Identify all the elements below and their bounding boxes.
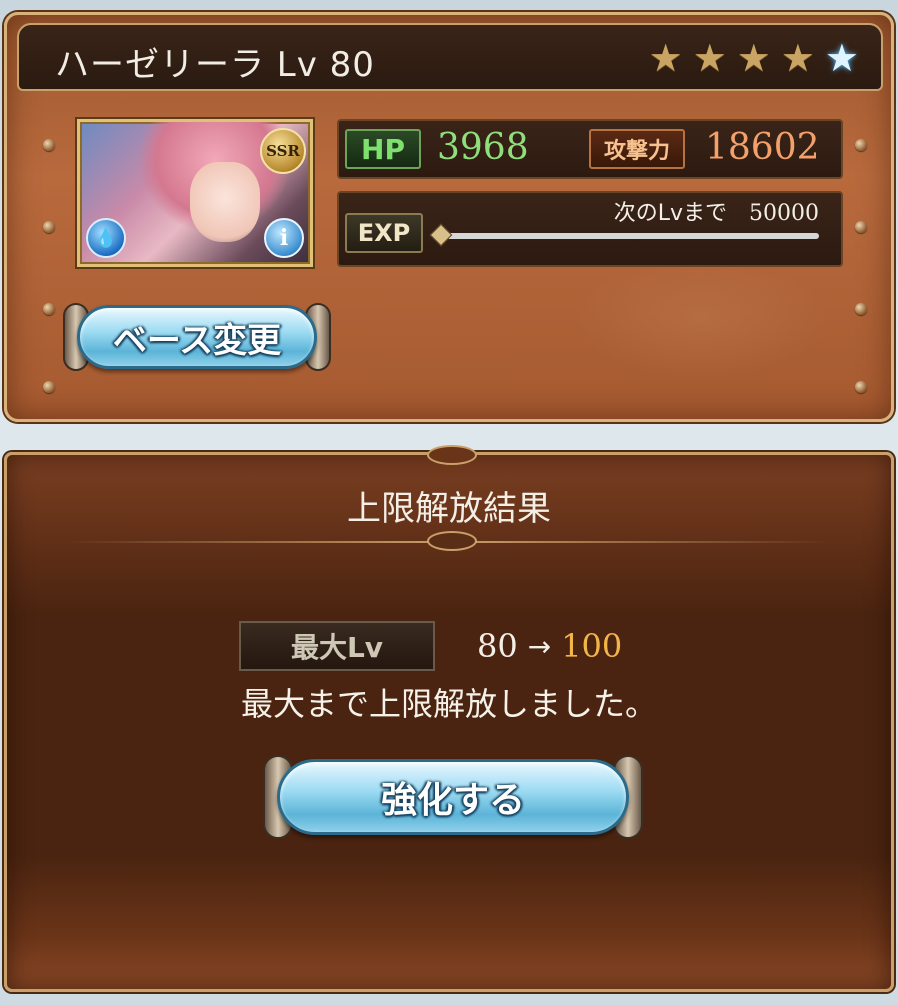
level-change: 80 → 100: [477, 621, 622, 671]
limit-break-result-panel: 上限解放結果 最大Lv 80 → 100 最大まで上限解放しました。 強化する: [4, 445, 894, 992]
level-from: 80: [477, 627, 518, 665]
character-portrait[interactable]: SSR 💧 i: [77, 119, 313, 267]
star-icon: ★: [736, 36, 771, 80]
portrait-face: [190, 162, 260, 242]
next-level-label: 次のLvまで: [613, 201, 727, 226]
attack-value: 18602: [705, 127, 820, 168]
rivet: [43, 381, 55, 393]
base-change-button[interactable]: ベース変更: [63, 297, 331, 377]
divider-ornament: [427, 531, 477, 551]
character-name-level: ハーゼリーラ Lv 80: [55, 45, 375, 85]
rivet: [855, 221, 867, 233]
star-icon: ★: [648, 36, 683, 80]
max-level-label: 最大Lv: [239, 621, 435, 671]
panel-top-ornament: [427, 445, 477, 465]
water-element-icon: 💧: [86, 218, 126, 258]
star-icon: ★: [780, 36, 815, 80]
attack-label: 攻撃力: [589, 129, 685, 169]
next-level-value: 50000: [749, 201, 819, 226]
rivet: [855, 381, 867, 393]
rivet: [43, 303, 55, 315]
star-rating: ★ ★ ★ ★ ★: [649, 39, 859, 77]
level-to: 100: [561, 627, 623, 665]
stats-box: HP 3968 攻撃力 18602: [337, 119, 843, 179]
result-message: 最大まで上限解放しました。: [240, 685, 657, 723]
exp-progress-bar: [439, 233, 819, 239]
hp-value: 3968: [437, 127, 529, 168]
enhance-button-label[interactable]: 強化する: [277, 759, 629, 835]
character-panel: ハーゼリーラ Lv 80 ★ ★ ★ ★ ★ SSR 💧 i HP 3968 攻…: [4, 12, 894, 422]
next-level-info: 次のLvまで 50000: [614, 195, 819, 227]
rivet: [43, 221, 55, 233]
star-icon-highlighted: ★: [824, 36, 859, 80]
base-change-button-label[interactable]: ベース変更: [77, 305, 317, 369]
rivet: [855, 139, 867, 151]
arrow-right-icon: →: [527, 629, 552, 663]
star-icon: ★: [692, 36, 727, 80]
exp-label: EXP: [345, 213, 423, 253]
ssr-badge: SSR: [260, 128, 306, 174]
exp-marker-icon: [429, 223, 453, 247]
rivet: [43, 139, 55, 151]
exp-box: EXP 次のLvまで 50000: [337, 191, 843, 267]
info-icon[interactable]: i: [264, 218, 304, 258]
exp-progress-fill: [439, 233, 819, 239]
title-bar: ハーゼリーラ Lv 80 ★ ★ ★ ★ ★: [17, 23, 883, 91]
background-ornament: [571, 259, 831, 379]
result-title: 上限解放結果: [347, 489, 551, 529]
rivet: [855, 303, 867, 315]
enhance-button[interactable]: 強化する: [263, 749, 643, 845]
hp-label: HP: [345, 129, 421, 169]
